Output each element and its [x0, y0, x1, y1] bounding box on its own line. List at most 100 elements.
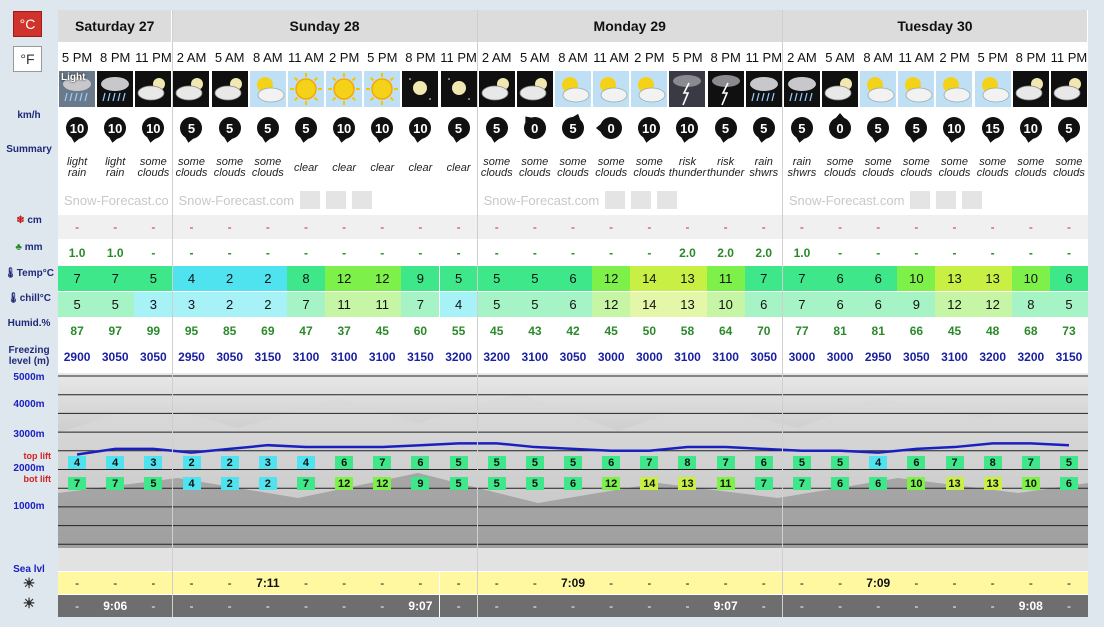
summary-text: some clouds [175, 156, 208, 179]
day-header[interactable]: Saturday 27 [58, 10, 173, 42]
time-label: 2 AM [481, 49, 512, 65]
temp-value: 12 [592, 266, 631, 291]
weather-sun-icon [287, 71, 324, 107]
snow-value: - [265, 220, 270, 234]
wind-speed: 0 [531, 120, 539, 136]
temp-label: 🌡Temp°C [0, 268, 58, 279]
chill-value: 12 [592, 292, 631, 317]
summary-text: clear [408, 161, 433, 174]
fahrenheit-button[interactable]: °F [13, 46, 42, 72]
watermark-text: Snow-Forecast.com [483, 192, 600, 208]
rain-value: 2.0 [755, 246, 773, 260]
top-lift-row: 4 4 3 2 2 3 4 6 7 6 5 5 5 5 6 7 8 7 6 5 5 4 6 7 8 7 5 [58, 456, 1088, 469]
temp-value: 5 [134, 266, 173, 291]
rain-value: 2.0 [679, 246, 696, 260]
top-lift-temp: 5 [792, 456, 811, 469]
freezing-level-value: 2950 [864, 350, 892, 364]
rain-value: 1.0 [106, 246, 124, 260]
snow-value: - [723, 220, 728, 234]
bot-lift-row: 7 7 5 4 2 2 7 12 12 9 5 5 5 6 12 14 13 11 7 7 6 6 10 13 13 10 6 [58, 477, 1088, 490]
wind-arrow-icon: 10 [1013, 110, 1049, 146]
snow-value: - [418, 220, 423, 234]
rain-value: 1.0 [793, 246, 811, 260]
weather-cloud-night-icon [173, 71, 210, 107]
wind-arrow-icon: 5 [860, 110, 896, 146]
chill-value: 5 [96, 292, 135, 317]
weather-sun-cloud-icon [898, 71, 935, 107]
freezing-label: Freezing level (m) [8, 345, 50, 367]
snow-value: - [532, 220, 537, 234]
sunrise-time: - [325, 572, 364, 594]
time-label: 5 AM [825, 49, 855, 65]
day-header[interactable]: Tuesday 30 [782, 10, 1089, 42]
humidity-value: 64 [718, 323, 733, 338]
top-lift-temp: 8 [678, 456, 697, 469]
bot-lift-temp: 10 [1021, 477, 1040, 490]
wind-speed: 10 [413, 120, 428, 136]
humidity-value: 58 [680, 323, 695, 338]
wind-speed: 5 [798, 120, 806, 136]
snow-label: ❄ cm [0, 215, 58, 226]
wind-arrow-icon: 5 [784, 110, 820, 146]
wind-arrow-icon: 5 [441, 110, 477, 146]
chill-value: 6 [744, 292, 783, 317]
wind-arrow-icon: 5 [1051, 110, 1087, 146]
wind-arrow-icon: 10 [936, 110, 972, 146]
top-lift-temp: 7 [945, 456, 964, 469]
time-label: 8 PM [710, 49, 741, 65]
rain-value: - [1028, 246, 1033, 260]
bot-lift-temp: 6 [1059, 477, 1078, 490]
summary-text: some clouds [976, 156, 1009, 179]
snow-value: - [75, 220, 80, 234]
rain-value: - [456, 246, 461, 260]
humidity-value: 60 [413, 323, 428, 338]
celsius-button[interactable]: °C [13, 11, 42, 37]
wind-speed: 0 [836, 120, 844, 136]
time-label: 5 PM [367, 49, 398, 65]
bot-lift-temp: 5 [525, 477, 544, 490]
sunrise-time: 7:09 [553, 572, 593, 594]
weather-moon-icon [402, 71, 439, 107]
weather-cloud-night-icon [516, 71, 553, 107]
time-label: 11 AM [288, 49, 324, 65]
humidity-value: 48 [985, 323, 1000, 338]
snow-value: - [876, 220, 881, 234]
wind-speed: 15 [985, 120, 1000, 136]
humidity-value: 45 [375, 323, 389, 338]
weather-sun-icon [326, 71, 363, 107]
summary-text: rain shwrs [787, 156, 817, 179]
chill-value: 2 [210, 292, 249, 317]
freezing-level-value: 2950 [178, 350, 205, 364]
freezing-level-value: 2900 [63, 350, 91, 364]
weather-rain-night-icon [97, 71, 134, 107]
snowflake-icon: ❄ [16, 215, 25, 226]
sunset-time: - [897, 595, 936, 617]
top-lift-temp: 5 [525, 456, 544, 469]
summary-label: Summary [6, 144, 52, 155]
chill-value: 12 [973, 292, 1012, 317]
freezing-level-value: 3150 [407, 350, 434, 364]
weather-moon-icon [440, 71, 477, 107]
rain-value: - [227, 246, 232, 260]
top-lift-temp: 4 [869, 456, 888, 469]
sunset-time: - [553, 595, 593, 617]
weather-rain-night-icon [783, 71, 820, 107]
wind-arrow-icon: 10 [631, 110, 667, 146]
snow-value: - [838, 220, 843, 234]
temp-value: 9 [401, 266, 440, 291]
snow-value: - [1066, 220, 1071, 234]
rain-value: - [265, 246, 270, 260]
weather-thunder-icon [669, 71, 706, 107]
sunset-time: - [172, 595, 211, 617]
wind-speed: 5 [1065, 120, 1073, 136]
day-header[interactable]: Monday 29 [477, 10, 783, 42]
wind-arrow-icon: 10 [669, 110, 705, 146]
day-header[interactable]: Sunday 28 [172, 10, 478, 42]
summary-text: some clouds [480, 156, 513, 179]
snow-value: - [990, 220, 995, 234]
summary-text: some clouds [900, 156, 933, 179]
wind-chill-row: 5 5 3 3 2 2 7 11 11 7 4 5 5 6 12 14 13 10 6 7 6 6 9 12 12 8 5 [58, 292, 1089, 317]
humidity-value: 45 [947, 323, 962, 338]
summary-text: some clouds [557, 156, 589, 179]
top-lift-temp: 7 [716, 456, 735, 469]
